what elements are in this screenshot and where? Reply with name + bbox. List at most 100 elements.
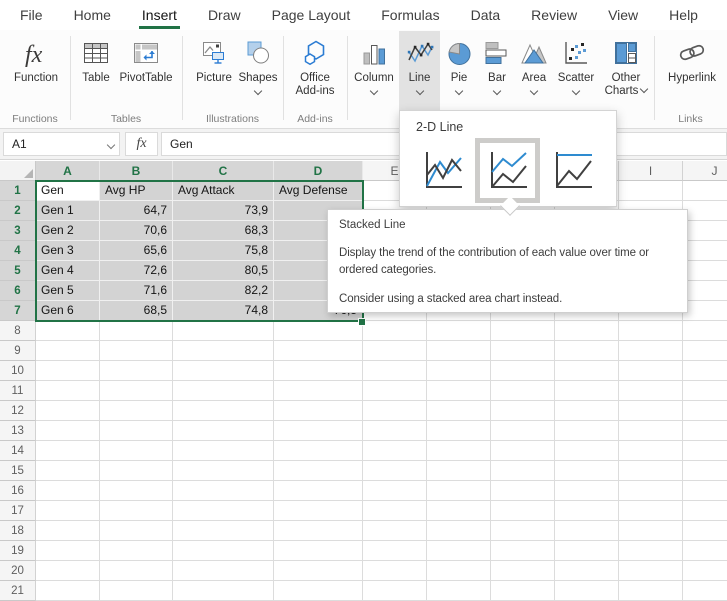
- gallery-item-stacked-line[interactable]: [475, 138, 540, 203]
- grid-cell-A7[interactable]: Gen 6: [36, 301, 100, 321]
- grid-cell-B16[interactable]: [100, 481, 173, 501]
- row-header-3[interactable]: 3: [0, 221, 36, 241]
- menu-tab-draw[interactable]: Draw: [208, 0, 241, 30]
- grid-cell-B9[interactable]: [100, 341, 173, 361]
- grid-cell-H16[interactable]: [555, 481, 619, 501]
- grid-cell-A6[interactable]: Gen 5: [36, 281, 100, 301]
- grid-cell-J20[interactable]: [683, 561, 727, 581]
- grid-cell-I13[interactable]: [619, 421, 683, 441]
- grid-cell-F12[interactable]: [427, 401, 491, 421]
- menu-tab-file[interactable]: File: [20, 0, 43, 30]
- gallery-item-line[interactable]: [410, 138, 475, 203]
- grid-cell-A17[interactable]: [36, 501, 100, 521]
- grid-cell-H11[interactable]: [555, 381, 619, 401]
- grid-cell-A14[interactable]: [36, 441, 100, 461]
- grid-cell-B13[interactable]: [100, 421, 173, 441]
- shapes-button[interactable]: Shapes: [236, 33, 280, 109]
- grid-cell-I15[interactable]: [619, 461, 683, 481]
- menu-tab-formulas[interactable]: Formulas: [381, 0, 439, 30]
- grid-cell-J3[interactable]: [683, 221, 727, 241]
- grid-cell-C21[interactable]: [173, 581, 274, 601]
- menu-tab-page-layout[interactable]: Page Layout: [272, 0, 351, 30]
- menu-tab-view[interactable]: View: [608, 0, 638, 30]
- grid-cell-E14[interactable]: [363, 441, 427, 461]
- grid-cell-B11[interactable]: [100, 381, 173, 401]
- select-all-corner[interactable]: [0, 161, 36, 181]
- grid-cell-F15[interactable]: [427, 461, 491, 481]
- grid-cell-F16[interactable]: [427, 481, 491, 501]
- grid-cell-J13[interactable]: [683, 421, 727, 441]
- grid-cell-A18[interactable]: [36, 521, 100, 541]
- grid-cell-B4[interactable]: 65,6: [100, 241, 173, 261]
- grid-cell-J4[interactable]: [683, 241, 727, 261]
- grid-cell-C11[interactable]: [173, 381, 274, 401]
- grid-cell-G20[interactable]: [491, 561, 555, 581]
- grid-cell-B5[interactable]: 72,6: [100, 261, 173, 281]
- row-header-2[interactable]: 2: [0, 201, 36, 221]
- grid-cell-A11[interactable]: [36, 381, 100, 401]
- grid-cell-G13[interactable]: [491, 421, 555, 441]
- grid-cell-J9[interactable]: [683, 341, 727, 361]
- grid-cell-J16[interactable]: [683, 481, 727, 501]
- column-header-J[interactable]: J: [683, 161, 727, 181]
- grid-cell-A20[interactable]: [36, 561, 100, 581]
- grid-cell-A21[interactable]: [36, 581, 100, 601]
- grid-cell-A9[interactable]: [36, 341, 100, 361]
- grid-cell-B20[interactable]: [100, 561, 173, 581]
- name-box-chevron[interactable]: [107, 141, 115, 149]
- area-chart-button[interactable]: Area: [515, 33, 553, 109]
- grid-cell-I1[interactable]: [619, 181, 683, 201]
- grid-cell-G16[interactable]: [491, 481, 555, 501]
- grid-cell-E11[interactable]: [363, 381, 427, 401]
- grid-cell-B3[interactable]: 70,6: [100, 221, 173, 241]
- row-header-8[interactable]: 8: [0, 321, 36, 341]
- grid-cell-C18[interactable]: [173, 521, 274, 541]
- grid-cell-D10[interactable]: [274, 361, 363, 381]
- column-header-A[interactable]: A: [36, 161, 100, 181]
- grid-cell-C6[interactable]: 82,2: [173, 281, 274, 301]
- grid-cell-G14[interactable]: [491, 441, 555, 461]
- grid-cell-C5[interactable]: 80,5: [173, 261, 274, 281]
- grid-cell-G21[interactable]: [491, 581, 555, 601]
- grid-cell-D8[interactable]: [274, 321, 363, 341]
- row-header-20[interactable]: 20: [0, 561, 36, 581]
- grid-cell-J7[interactable]: [683, 301, 727, 321]
- grid-cell-E20[interactable]: [363, 561, 427, 581]
- grid-cell-C14[interactable]: [173, 441, 274, 461]
- grid-cell-F14[interactable]: [427, 441, 491, 461]
- grid-cell-I10[interactable]: [619, 361, 683, 381]
- row-header-12[interactable]: 12: [0, 401, 36, 421]
- grid-cell-A13[interactable]: [36, 421, 100, 441]
- column-header-C[interactable]: C: [173, 161, 274, 181]
- grid-cell-J10[interactable]: [683, 361, 727, 381]
- row-header-17[interactable]: 17: [0, 501, 36, 521]
- grid-cell-J2[interactable]: [683, 201, 727, 221]
- grid-cell-I17[interactable]: [619, 501, 683, 521]
- row-header-10[interactable]: 10: [0, 361, 36, 381]
- row-header-11[interactable]: 11: [0, 381, 36, 401]
- grid-cell-H8[interactable]: [555, 321, 619, 341]
- office-addins-button[interactable]: Office Add-ins: [286, 33, 344, 109]
- grid-cell-I19[interactable]: [619, 541, 683, 561]
- hyperlink-button[interactable]: Hyperlink: [658, 33, 726, 109]
- grid-cell-I12[interactable]: [619, 401, 683, 421]
- grid-cell-J18[interactable]: [683, 521, 727, 541]
- row-header-14[interactable]: 14: [0, 441, 36, 461]
- grid-cell-A15[interactable]: [36, 461, 100, 481]
- table-button[interactable]: Table: [76, 33, 116, 109]
- grid-cell-E8[interactable]: [363, 321, 427, 341]
- grid-cell-B8[interactable]: [100, 321, 173, 341]
- grid-cell-D11[interactable]: [274, 381, 363, 401]
- grid-cell-C13[interactable]: [173, 421, 274, 441]
- grid-cell-D17[interactable]: [274, 501, 363, 521]
- grid-cell-J15[interactable]: [683, 461, 727, 481]
- grid-cell-G17[interactable]: [491, 501, 555, 521]
- column-chart-button[interactable]: Column: [351, 33, 397, 109]
- grid-cell-F8[interactable]: [427, 321, 491, 341]
- grid-cell-H12[interactable]: [555, 401, 619, 421]
- grid-cell-D19[interactable]: [274, 541, 363, 561]
- menu-tab-insert[interactable]: Insert: [142, 0, 177, 30]
- grid-cell-B7[interactable]: 68,5: [100, 301, 173, 321]
- grid-cell-E10[interactable]: [363, 361, 427, 381]
- row-header-4[interactable]: 4: [0, 241, 36, 261]
